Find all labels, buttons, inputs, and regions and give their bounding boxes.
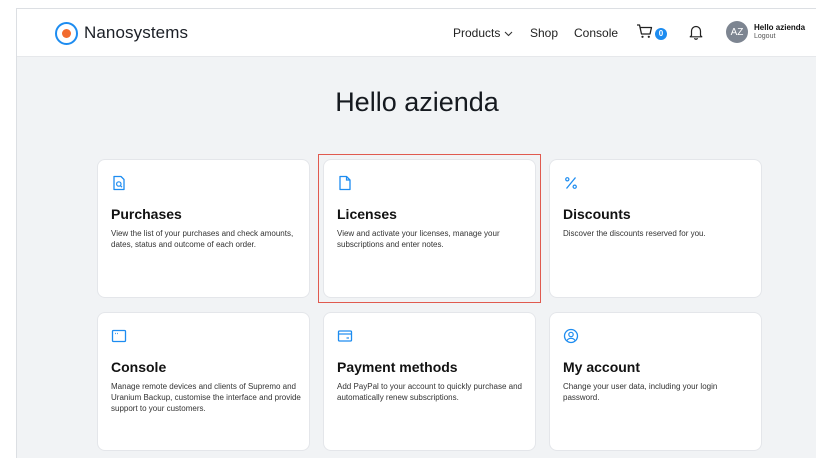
card-description: Add PayPal to your account to quickly pu… <box>337 382 522 402</box>
bell-icon <box>689 25 703 44</box>
cart-count-badge: 0 <box>655 27 667 40</box>
card-title: Discounts <box>563 206 631 222</box>
nav-shop-link[interactable]: Shop <box>530 23 558 43</box>
card-purchases[interactable]: Purchases View the list of your purchase… <box>97 159 310 298</box>
nav-products-menu[interactable]: Products <box>453 23 513 43</box>
receipt-icon <box>111 175 127 191</box>
notifications-button[interactable] <box>689 24 703 45</box>
card-title: My account <box>563 359 641 375</box>
brand-logo-link[interactable]: Nanosystems <box>55 21 188 45</box>
avatar[interactable]: AZ <box>726 21 748 43</box>
card-discounts[interactable]: Discounts Discover the discounts reserve… <box>549 159 762 298</box>
cart-button[interactable]: 0 <box>636 23 667 44</box>
nav-products-label: Products <box>453 26 501 40</box>
card-title: Payment methods <box>337 359 458 375</box>
chevron-down-icon <box>504 26 513 40</box>
card-title: Licenses <box>337 206 397 222</box>
card-description: View and activate your licenses, manage … <box>337 229 500 249</box>
document-icon <box>337 175 353 191</box>
card-description: Change your user data, including your lo… <box>563 382 718 402</box>
user-greeting: Hello azienda <box>754 23 806 32</box>
nanosystems-logo-icon <box>55 21 78 45</box>
user-circle-icon <box>563 328 579 344</box>
card-console[interactable]: Console Manage remote devices and client… <box>97 312 310 451</box>
window-icon <box>111 328 127 344</box>
nav-console-link[interactable]: Console <box>574 23 618 43</box>
app-window: Nanosystems Products Shop Console 0 AZ H… <box>16 8 816 458</box>
card-title: Console <box>111 359 167 375</box>
card-licenses[interactable]: Licenses View and activate your licenses… <box>323 159 536 298</box>
brand-name: Nanosystems <box>84 23 189 42</box>
page-title: Hello azienda <box>335 87 499 117</box>
credit-card-icon <box>337 328 353 344</box>
card-description: Manage remote devices and clients of Sup… <box>111 382 301 413</box>
percent-icon <box>563 175 579 191</box>
card-description: View the list of your purchases and chec… <box>111 229 294 249</box>
card-my-account[interactable]: My account Change your user data, includ… <box>549 312 762 451</box>
cart-icon <box>636 23 653 44</box>
card-payment-methods[interactable]: Payment methods Add PayPal to your accou… <box>323 312 536 451</box>
card-title: Purchases <box>111 206 182 222</box>
card-description: Discover the discounts reserved for you. <box>563 229 706 238</box>
logout-link[interactable]: Logout <box>754 33 775 40</box>
top-navigation-bar: Nanosystems Products Shop Console 0 AZ H… <box>17 9 816 57</box>
